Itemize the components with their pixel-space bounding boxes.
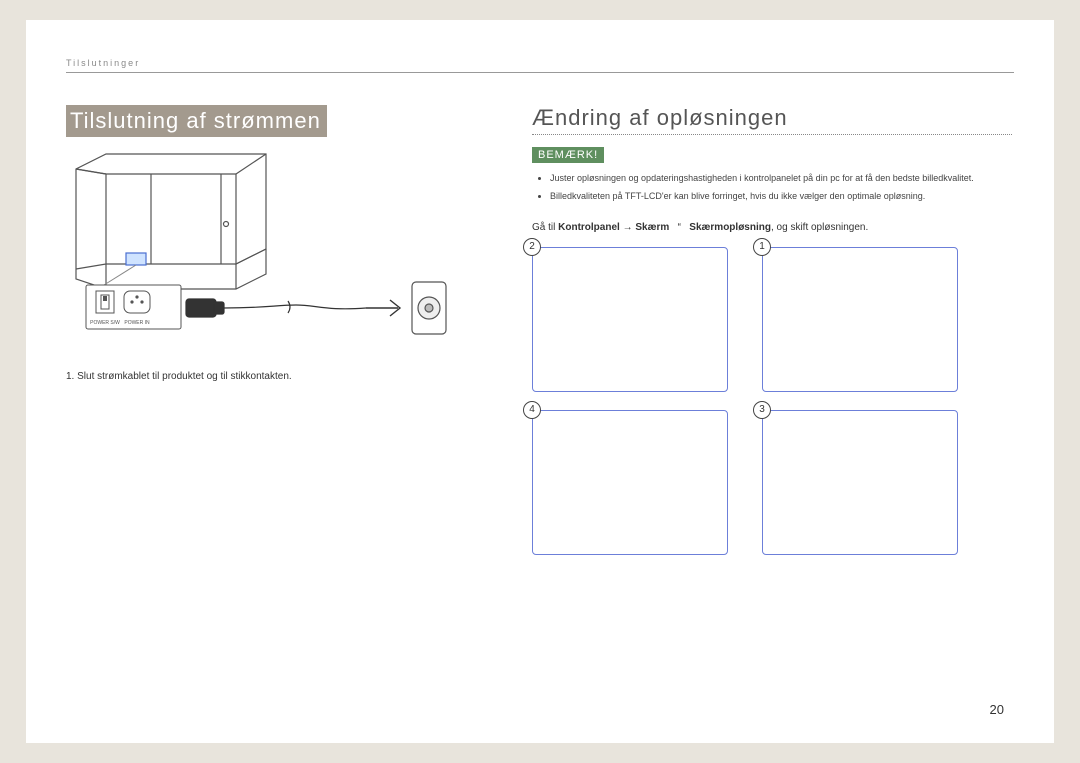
resolution-box: 2 xyxy=(532,247,728,392)
step-badge: 4 xyxy=(523,401,541,419)
manual-page: Tilslutninger Tilslutning af strømmen xyxy=(26,20,1054,743)
path-suffix: , og skift opløsningen. xyxy=(771,222,868,233)
page-number: 20 xyxy=(990,702,1004,717)
resolution-box: 3 xyxy=(762,410,958,555)
step-badge: 1 xyxy=(753,238,771,256)
columns: Tilslutning af strømmen xyxy=(66,105,1014,555)
head-rule xyxy=(66,72,1014,73)
path-quote: “ xyxy=(678,222,681,233)
resolution-examples: 2 1 4 3 xyxy=(532,247,1012,555)
power-in-label: POWER IN xyxy=(124,320,150,326)
power-connection-figure: POWER S/W POWER IN xyxy=(66,149,486,349)
note-item: Billedkvaliteten på TFT-LCD'er kan blive… xyxy=(550,189,1012,203)
step-badge: 2 xyxy=(523,238,541,256)
path-prefix: Gå til xyxy=(532,222,558,233)
column-right: Ændring af opløsningen BEMÆRK! Juster op… xyxy=(532,105,1012,555)
resolution-row: 2 1 xyxy=(532,247,1012,392)
running-head: Tilslutninger xyxy=(66,58,1014,68)
note-badge: BEMÆRK! xyxy=(532,147,604,163)
resolution-row: 4 3 xyxy=(532,410,1012,555)
note-item: Juster opløsningen og opdateringshastigh… xyxy=(550,171,1012,185)
column-left: Tilslutning af strømmen xyxy=(66,105,486,384)
note-list: Juster opløsningen og opdateringshastigh… xyxy=(532,171,1012,204)
step-badge: 3 xyxy=(753,401,771,419)
power-sw-label: POWER S/W xyxy=(90,320,120,326)
resolution-box: 1 xyxy=(762,247,958,392)
navigation-path: Gå til Kontrolpanel → Skærm “ Skærmopløs… xyxy=(532,222,1012,233)
power-step-1: 1. Slut strømkablet til produktet og til… xyxy=(66,369,486,384)
path-control-panel: Kontrolpanel xyxy=(558,222,620,233)
path-resolution: Skærmopløsning xyxy=(689,222,771,233)
arrow-right-icon: → xyxy=(623,222,633,233)
heading-resolution: Ændring af opløsningen xyxy=(532,105,1012,135)
path-screen: Skærm xyxy=(635,222,669,233)
heading-power: Tilslutning af strømmen xyxy=(66,105,327,137)
resolution-box: 4 xyxy=(532,410,728,555)
